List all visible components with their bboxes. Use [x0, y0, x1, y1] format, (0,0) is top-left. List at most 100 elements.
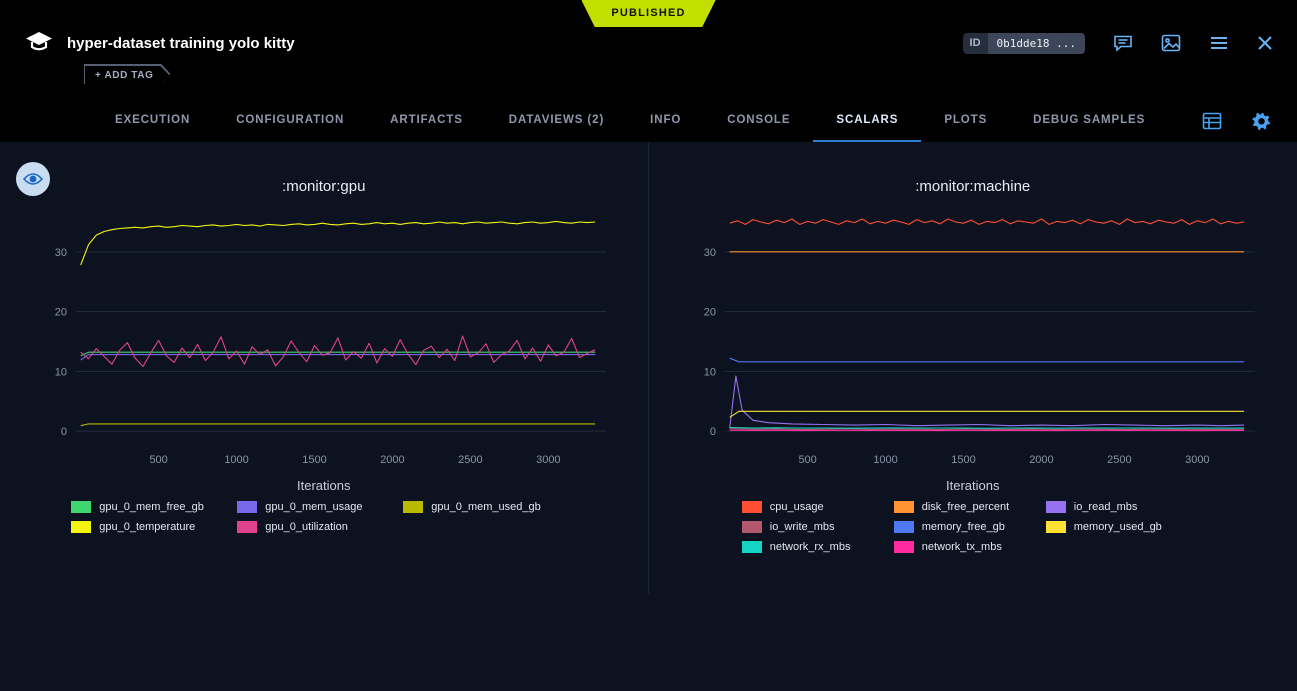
- svg-text:2500: 2500: [1107, 454, 1131, 466]
- legend-swatch: [237, 521, 257, 533]
- scalars-content: :monitor:gpu 0 10 20 30 500 1000 1500 2000 2500 30…: [0, 142, 1297, 691]
- status-badge: PUBLISHED: [581, 0, 715, 27]
- tab-console[interactable]: CONSOLE: [704, 100, 813, 142]
- legend-item-gpu_0_mem_usage[interactable]: gpu_0_mem_usage: [237, 501, 403, 513]
- legend-label: disk_free_percent: [922, 501, 1009, 513]
- tab-artifacts[interactable]: ARTIFACTS: [367, 100, 486, 142]
- legend-item-disk_free_percent[interactable]: disk_free_percent: [894, 501, 1046, 513]
- tab-bar: EXECUTIONCONFIGURATIONARTIFACTSDATAVIEWS…: [0, 100, 1297, 142]
- series-line-io_read_mbs: [729, 376, 1243, 428]
- legend-item-gpu_0_utilization[interactable]: gpu_0_utilization: [237, 521, 403, 533]
- tab-configuration[interactable]: CONFIGURATION: [213, 100, 367, 142]
- svg-text:0: 0: [710, 426, 716, 438]
- x-axis-label: Iterations: [0, 478, 648, 493]
- top-header: PUBLISHED hyper-dataset training yolo ki…: [0, 0, 1297, 100]
- legend-item-memory_free_gb[interactable]: memory_free_gb: [894, 521, 1046, 533]
- close-icon[interactable]: [1257, 35, 1273, 51]
- svg-text:30: 30: [55, 247, 67, 259]
- svg-text:1500: 1500: [302, 454, 326, 466]
- series-line-gpu_0_mem_usage: [80, 355, 594, 360]
- series-line-gpu_0_utilization: [80, 336, 594, 366]
- svg-text:2000: 2000: [1029, 454, 1053, 466]
- legend-item-gpu_0_mem_free_gb[interactable]: gpu_0_mem_free_gb: [71, 501, 237, 513]
- chart-plot-area[interactable]: 0 10 20 30 500 1000 1500 2000 2500 3000: [30, 203, 618, 468]
- svg-text:3000: 3000: [1185, 454, 1209, 466]
- svg-text:0: 0: [61, 426, 67, 438]
- svg-text:10: 10: [55, 366, 67, 378]
- hidden-metrics-eye-button[interactable]: [16, 162, 50, 196]
- series-line-memory_free_gb: [729, 358, 1243, 362]
- legend-item-gpu_0_temperature[interactable]: gpu_0_temperature: [71, 521, 237, 533]
- tab-scalars[interactable]: SCALARS: [813, 100, 921, 142]
- legend-label: gpu_0_mem_used_gb: [431, 501, 540, 513]
- legend-swatch: [742, 541, 762, 553]
- legend-item-cpu_usage[interactable]: cpu_usage: [742, 501, 894, 513]
- legend-swatch: [237, 501, 257, 513]
- legend-label: io_read_mbs: [1074, 501, 1138, 513]
- legend-label: network_tx_mbs: [922, 541, 1002, 553]
- svg-text:2500: 2500: [458, 454, 482, 466]
- add-tag-button[interactable]: + ADD TAG: [84, 64, 170, 84]
- table-view-icon[interactable]: [1202, 112, 1222, 130]
- legend-label: gpu_0_utilization: [265, 521, 348, 533]
- svg-text:500: 500: [149, 454, 167, 466]
- legend-label: network_rx_mbs: [770, 541, 851, 553]
- chart-legend: gpu_0_mem_free_gb gpu_0_mem_usage gpu_0_me…: [71, 501, 576, 541]
- x-axis-label: Iterations: [649, 478, 1297, 493]
- svg-text:1000: 1000: [224, 454, 248, 466]
- svg-text:500: 500: [798, 454, 816, 466]
- series-line-gpu_0_mem_used_gb: [80, 424, 594, 426]
- legend-label: memory_free_gb: [922, 521, 1005, 533]
- svg-text:30: 30: [704, 247, 716, 259]
- legend-item-io_write_mbs[interactable]: io_write_mbs: [742, 521, 894, 533]
- legend-item-gpu_0_mem_used_gb[interactable]: gpu_0_mem_used_gb: [403, 501, 569, 513]
- legend-swatch: [403, 501, 423, 513]
- legend-label: memory_used_gb: [1074, 521, 1162, 533]
- legend-swatch: [742, 521, 762, 533]
- svg-text:2000: 2000: [380, 454, 404, 466]
- svg-text:1500: 1500: [951, 454, 975, 466]
- add-tag-label: + ADD TAG: [85, 66, 169, 85]
- chart-panel-monitor-machine: :monitor:machine010203050010001500200025…: [649, 142, 1297, 594]
- chart-plot-area[interactable]: 010203050010001500200025003000: [679, 203, 1267, 468]
- tab-info[interactable]: INFO: [627, 100, 704, 142]
- legend-label: cpu_usage: [770, 501, 824, 513]
- comments-icon[interactable]: [1113, 34, 1133, 52]
- legend-label: gpu_0_mem_usage: [265, 501, 362, 513]
- experiment-id-chip[interactable]: ID 0b1dde18 ...: [963, 33, 1085, 54]
- id-value: 0b1dde18 ...: [988, 33, 1085, 54]
- legend-item-network_rx_mbs[interactable]: network_rx_mbs: [742, 541, 894, 553]
- legend-item-memory_used_gb[interactable]: memory_used_gb: [1046, 521, 1198, 533]
- legend-swatch: [1046, 521, 1066, 533]
- tab-plots[interactable]: PLOTS: [921, 100, 1010, 142]
- legend-item-io_read_mbs[interactable]: io_read_mbs: [1046, 501, 1198, 513]
- legend-swatch: [742, 501, 762, 513]
- chart-panel-monitor-gpu: :monitor:gpu 0 10 20 30 500 1000 1500 2000 2500 30…: [0, 142, 649, 594]
- legend-swatch: [71, 521, 91, 533]
- series-line-gpu_0_temperature: [80, 221, 594, 265]
- legend-swatch: [894, 501, 914, 513]
- svg-text:1000: 1000: [873, 454, 897, 466]
- svg-text:3000: 3000: [536, 454, 560, 466]
- legend-item-network_tx_mbs[interactable]: network_tx_mbs: [894, 541, 1046, 553]
- chart-title: :monitor:gpu: [0, 178, 648, 195]
- tab-debug-samples[interactable]: DEBUG SAMPLES: [1010, 100, 1168, 142]
- chart-legend: cpu_usage disk_free_percent io_read_mbs io_…: [742, 501, 1204, 561]
- settings-gear-icon[interactable]: [1252, 112, 1271, 131]
- tab-execution[interactable]: EXECUTION: [92, 100, 213, 142]
- legend-label: gpu_0_mem_free_gb: [99, 501, 204, 513]
- id-label: ID: [963, 33, 988, 54]
- legend-swatch: [1046, 501, 1066, 513]
- chart-title: :monitor:machine: [649, 178, 1297, 195]
- debug-image-icon[interactable]: [1161, 34, 1181, 52]
- svg-text:20: 20: [55, 307, 67, 319]
- tab-strip: EXECUTIONCONFIGURATIONARTIFACTSDATAVIEWS…: [92, 100, 1168, 142]
- legend-swatch: [894, 521, 914, 533]
- legend-label: gpu_0_temperature: [99, 521, 195, 533]
- tab-dataviews-2[interactable]: DATAVIEWS (2): [486, 100, 627, 142]
- series-line-gpu_0_mem_free_gb: [80, 352, 594, 356]
- legend-swatch: [71, 501, 91, 513]
- series-line-cpu_usage: [729, 219, 1243, 224]
- menu-icon[interactable]: [1209, 35, 1229, 51]
- app-logo-icon: [24, 30, 54, 56]
